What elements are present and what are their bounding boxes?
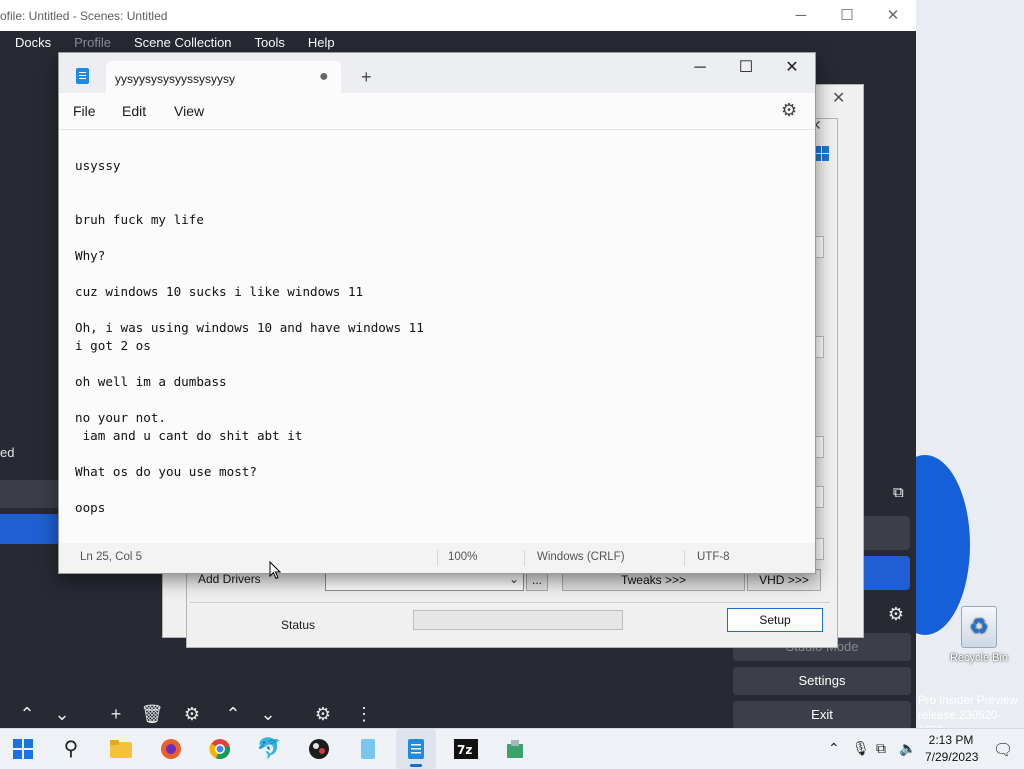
status-label: Status [281, 618, 316, 632]
search-icon[interactable]: ⚲ [58, 736, 84, 762]
divider [437, 550, 438, 566]
move-down-icon[interactable]: ⌄ [48, 700, 76, 728]
notepad-taskbar-button[interactable] [396, 729, 436, 769]
file-explorer-icon[interactable] [108, 736, 134, 762]
text-editor-area[interactable]: usyssy bruh fuck my life Why? cuz window… [75, 139, 795, 544]
obs-window-title: ofile: Untitled - Scenes: Untitled [0, 9, 168, 23]
clock-date: 7/29/2023 [925, 750, 979, 764]
clock[interactable]: 2:13 PM 7/29/2023 [925, 732, 979, 766]
move-up-icon[interactable]: ⌃ [13, 700, 41, 728]
chevron-down-icon: ⌄ [508, 572, 519, 586]
add-icon[interactable]: + [102, 700, 130, 728]
obs-panel-label: ed [0, 445, 15, 460]
notepad-icon [403, 736, 429, 762]
start-icon[interactable] [10, 736, 36, 762]
firefox-icon[interactable] [158, 736, 184, 762]
volume-icon[interactable]: 🔈 [899, 740, 916, 757]
progress-bar [413, 610, 623, 630]
obs-panel-header [0, 480, 58, 508]
taskbar: ⚲ 🐬 7z ⌃ 🎙 ⧉ 🔈 2:13 PM 7/29/2023 🗨 [0, 728, 1024, 769]
zoom-level[interactable]: 100% [448, 551, 477, 563]
7zip-icon[interactable]: 7z [453, 736, 479, 762]
notification-icon[interactable]: 🗨 [993, 740, 1013, 760]
recycle-bin-label: Recycle Bin [949, 652, 1009, 664]
chevron-up-icon[interactable]: ⌃ [828, 740, 840, 757]
maximize-icon[interactable]: ☐ [723, 53, 769, 85]
line-ending[interactable]: Windows (CRLF) [537, 551, 625, 563]
minimize-icon[interactable]: ─ [677, 53, 723, 85]
gear-icon[interactable]: ⚙ [882, 600, 910, 628]
mouse-pointer-icon [269, 561, 281, 580]
gear-icon[interactable]: ⚙ [178, 700, 206, 728]
add-drivers-label: Add Drivers [198, 572, 261, 586]
recycle-bin-shortcut[interactable]: ♻ Recycle Bin [944, 606, 1014, 664]
notepad-alt-icon[interactable] [355, 736, 381, 762]
more-options-icon[interactable]: ⋮ [350, 700, 378, 728]
move-down-icon[interactable]: ⌄ [254, 700, 282, 728]
cursor-position: Ln 25, Col 5 [80, 551, 143, 563]
rufus-icon[interactable] [502, 736, 528, 762]
obs-selected-item[interactable] [0, 514, 58, 544]
move-up-icon[interactable]: ⌃ [219, 700, 247, 728]
recycle-bin-icon: ♻ [961, 606, 997, 648]
setup-button[interactable]: Setup [727, 608, 823, 632]
maximize-icon[interactable]: ☐ [824, 0, 870, 31]
chrome-icon[interactable] [207, 736, 233, 762]
watermark-line-1: Pro Insider Preview [918, 695, 1018, 707]
divider [524, 550, 525, 566]
unsaved-dot-icon[interactable]: ● [319, 68, 329, 86]
notepad-window: yysyysysysyyssysyysy ● + ─ ☐ ✕ File Edit… [58, 52, 816, 574]
notepad-titlebar: yysyysysysyyssysyysy ● + ─ ☐ ✕ [59, 53, 815, 93]
close-icon[interactable]: ✕ [832, 88, 845, 108]
close-icon[interactable]: ✕ [769, 53, 815, 85]
svg-text:7z: 7z [457, 743, 472, 757]
notepad-tab[interactable]: yysyysysysyyssysyysy ● [106, 61, 341, 93]
divider [684, 550, 685, 566]
minimize-icon[interactable]: ─ [778, 0, 824, 31]
notepad-statusbar: Ln 25, Col 5 100% Windows (CRLF) UTF-8 [59, 543, 815, 573]
dolphin-icon[interactable]: 🐬 [256, 736, 282, 762]
new-tab-icon[interactable]: + [361, 67, 372, 88]
transition-settings-icon[interactable]: ⚙ [309, 700, 337, 728]
menu-docks[interactable]: Docks [0, 31, 59, 55]
menu-file[interactable]: File [73, 103, 96, 119]
notepad-icon [76, 68, 89, 84]
encoding[interactable]: UTF-8 [697, 551, 730, 563]
trash-icon[interactable]: 🗑 [138, 700, 166, 728]
obs-icon[interactable] [306, 736, 332, 762]
dock-undock-icon[interactable]: ⧉ [893, 484, 915, 502]
divider [190, 602, 830, 603]
tab-title: yysyysysysyyssysyysy [115, 72, 235, 86]
close-icon[interactable]: ✕ [870, 0, 916, 31]
notepad-menubar: File Edit View ⚙ [59, 93, 815, 130]
menu-edit[interactable]: Edit [122, 103, 146, 119]
obs-titlebar: ofile: Untitled - Scenes: Untitled ─ ☐ ✕ [0, 0, 916, 31]
network-icon[interactable]: ⧉ [876, 740, 886, 757]
menu-view[interactable]: View [174, 103, 204, 119]
settings-gear-icon[interactable]: ⚙ [781, 100, 797, 121]
microphone-icon[interactable]: 🎙 [852, 740, 870, 757]
clock-time: 2:13 PM [928, 733, 974, 747]
windows-logo-icon [814, 146, 829, 161]
settings-button[interactable]: Settings [733, 667, 911, 695]
exit-button[interactable]: Exit [733, 701, 911, 729]
